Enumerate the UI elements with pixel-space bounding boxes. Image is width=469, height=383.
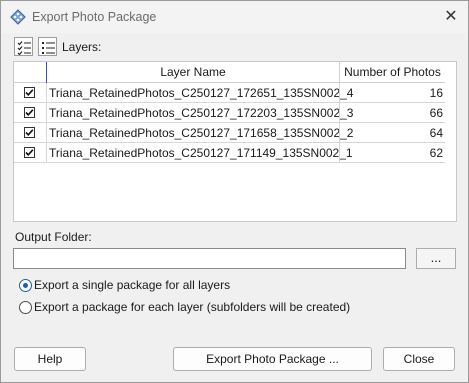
close-icon[interactable]: ✕ — [439, 7, 463, 27]
layers-table: Layer Name Number of Photos Triana_Retai… — [13, 61, 457, 222]
cell-divider — [46, 83, 47, 103]
cell-divider — [339, 83, 340, 103]
photo-count-cell: 62 — [429, 146, 443, 160]
check-all-button[interactable] — [14, 37, 33, 56]
table-header: Layer Name Number of Photos — [14, 62, 445, 83]
help-button[interactable]: Help — [14, 347, 86, 371]
output-folder-input[interactable] — [13, 248, 406, 269]
photo-count-cell: 16 — [429, 86, 443, 100]
cell-divider — [339, 123, 340, 143]
output-folder-label: Output Folder: — [15, 230, 92, 244]
window-title: Export Photo Package — [32, 10, 157, 24]
list-icon — [42, 42, 55, 54]
table-row[interactable]: Triana_RetainedPhotos_C250127_171658_135… — [14, 123, 445, 143]
list-view-button[interactable] — [38, 37, 57, 56]
cell-divider — [46, 143, 47, 163]
row-checkbox[interactable] — [24, 87, 35, 98]
close-button[interactable]: Close — [383, 347, 455, 371]
cell-divider — [339, 103, 340, 123]
title-bar: Export Photo Package ✕ — [1, 1, 468, 33]
layers-label: Layers: — [62, 40, 102, 54]
column-header-photo-count[interactable]: Number of Photos — [340, 62, 445, 83]
export-photo-package-button[interactable]: Export Photo Package ... — [173, 347, 372, 371]
cell-divider — [339, 143, 340, 163]
photo-count-cell: 66 — [429, 106, 443, 120]
row-checkbox[interactable] — [24, 127, 35, 138]
check-all-icon — [17, 41, 31, 55]
table-row[interactable]: Triana_RetainedPhotos_C250127_172651_135… — [14, 83, 445, 103]
layer-name-cell: Triana_RetainedPhotos_C250127_171149_135… — [49, 146, 353, 160]
radio-indicator[interactable] — [19, 301, 32, 314]
row-checkbox[interactable] — [24, 147, 35, 158]
checkmark-icon — [25, 89, 34, 96]
table-scroll-area — [445, 62, 456, 221]
table-row[interactable]: Triana_RetainedPhotos_C250127_171149_135… — [14, 143, 445, 163]
checkmark-icon — [25, 109, 34, 116]
browse-folder-button[interactable]: ... — [416, 248, 456, 269]
row-checkbox[interactable] — [24, 107, 35, 118]
export-photo-package-dialog: Export Photo Package ✕ Layers: Layer Nam… — [0, 0, 469, 383]
checkmark-icon — [25, 129, 34, 136]
table-row[interactable]: Triana_RetainedPhotos_C250127_172203_135… — [14, 103, 445, 123]
cell-divider — [46, 123, 47, 143]
layer-name-cell: Triana_RetainedPhotos_C250127_171658_135… — [49, 126, 354, 140]
column-header-layer-name[interactable]: Layer Name — [47, 62, 339, 83]
photo-count-cell: 64 — [429, 126, 443, 140]
layer-name-cell: Triana_RetainedPhotos_C250127_172203_135… — [49, 106, 354, 120]
cell-divider — [46, 103, 47, 123]
layer-name-cell: Triana_RetainedPhotos_C250127_172651_135… — [49, 86, 354, 100]
radio-indicator-checked[interactable] — [19, 279, 32, 292]
checkmark-icon — [25, 149, 34, 156]
radio-label: Export a single package for all layers — [34, 278, 231, 292]
radio-label: Export a package for each layer (subfold… — [34, 300, 351, 314]
app-diamond-icon — [10, 9, 26, 25]
